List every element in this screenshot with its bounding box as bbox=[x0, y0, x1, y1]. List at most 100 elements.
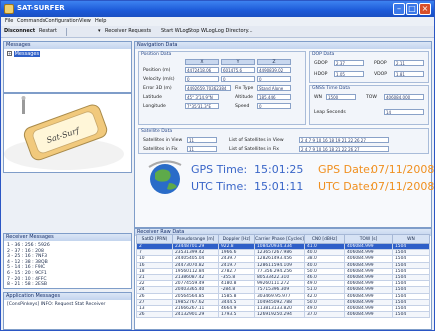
menu-help[interactable]: Help bbox=[95, 18, 106, 24]
fix-type-label: Fix Type bbox=[235, 86, 254, 91]
position-z-field: 4490839.02 bbox=[257, 67, 291, 73]
list-satellites-in-view-label: List of Satellites in View bbox=[229, 138, 284, 143]
table-cell: 406084.999 bbox=[344, 311, 393, 319]
messages-panel-title: Messages bbox=[4, 42, 131, 49]
latitude-field: 45° 3'14.9"N bbox=[185, 94, 219, 100]
restart-button[interactable]: Restart bbox=[39, 28, 57, 34]
expand-icon[interactable]: + bbox=[7, 51, 12, 56]
title-bar: SAT-SURFER – □ × bbox=[1, 1, 434, 17]
toolbar-separator bbox=[66, 28, 67, 36]
globe-icon bbox=[148, 160, 182, 194]
maximize-button[interactable]: □ bbox=[406, 3, 418, 15]
stop-wlog-button[interactable]: Stop WLog bbox=[188, 28, 215, 34]
tow-label: TOW bbox=[366, 95, 377, 100]
column-header[interactable]: Pseudorange [m] bbox=[172, 234, 219, 244]
pdop-field: 2.11 bbox=[394, 60, 424, 66]
table-cell: 24132901.29 bbox=[172, 311, 219, 319]
toolbar: Disconnect Restart Receiver Requests ▾ S… bbox=[1, 26, 434, 38]
close-button[interactable]: × bbox=[419, 3, 431, 15]
dropdown-icon[interactable]: ▾ bbox=[98, 28, 101, 34]
table-cell: 1504 bbox=[392, 311, 430, 319]
application-messages-title: Application Messages bbox=[4, 293, 131, 300]
column-header[interactable]: WN bbox=[392, 234, 430, 244]
gnss-time-group: GNSS Time Data WN 1500 TOW 406084.000 Le… bbox=[309, 85, 429, 125]
speed-field: 0 bbox=[257, 103, 291, 109]
velocity-y-field: 0 bbox=[221, 76, 255, 82]
window-title: SAT-SURFER bbox=[17, 4, 65, 12]
dop-data-title: DOP Data bbox=[312, 52, 335, 57]
position-data-title: Position Data bbox=[141, 52, 172, 57]
minimize-button[interactable]: – bbox=[393, 3, 405, 15]
list-item[interactable]: 1 - 36 : 256 : 5926 bbox=[7, 243, 50, 249]
gps-date-label: GPS Date: bbox=[318, 163, 374, 176]
gps-time-value: 15:01:25 bbox=[254, 163, 304, 176]
satellites-in-fix-field: 11 bbox=[187, 146, 217, 152]
satellite-data-group: Satellite Data Satellites in View 11 Lis… bbox=[138, 128, 429, 154]
application-messages-panel: Application Messages [ConsPinkeys] INFO:… bbox=[3, 292, 132, 330]
table-row[interactable]: 26 24132901.29 1793.5 126919250.294 37.0 4060… bbox=[136, 311, 430, 319]
receiver-messages-list[interactable]: 1 - 36 : 256 : 5926 2 - 37 : 16 : 208 3 … bbox=[7, 243, 50, 288]
position-label: Position (m) bbox=[143, 68, 171, 73]
column-header[interactable]: Carrier Phase [Cycles] bbox=[254, 234, 305, 244]
speed-label: Speed bbox=[235, 104, 250, 109]
altitude-field: 185.446 bbox=[257, 94, 291, 100]
table-header-row: SatID (PRN) Pseudorange [m] Doppler [Hz]… bbox=[136, 234, 430, 244]
column-header[interactable]: SatID (PRN) bbox=[136, 234, 173, 244]
gdop-field: 2.37 bbox=[334, 60, 364, 66]
raw-data-table[interactable]: SatID (PRN) Pseudorange [m] Doppler [Hz]… bbox=[136, 234, 430, 319]
application-messages-list[interactable]: [ConsPinkeys] INFO: Request Stat Receive… bbox=[7, 302, 105, 308]
table-cell: 126919250.294 bbox=[254, 311, 305, 319]
velocity-z-field: 0 bbox=[257, 76, 291, 82]
menu-view[interactable]: View bbox=[79, 18, 91, 24]
satellites-in-view-field: 11 bbox=[187, 137, 217, 143]
column-header[interactable]: Doppler [Hz] bbox=[218, 234, 255, 244]
pdop-label: PDOP bbox=[374, 61, 387, 66]
longitude-label: Longitude bbox=[143, 104, 166, 109]
hdop-label: HDOP bbox=[314, 72, 328, 77]
list-item[interactable]: 6 - 15 : 20 : 9CF1 bbox=[7, 271, 50, 277]
menu-commands[interactable]: Commands bbox=[17, 18, 45, 24]
satellites-in-view-label: Satellites in View bbox=[143, 138, 183, 143]
receiver-messages-title: Receiver Messages bbox=[4, 234, 131, 241]
vdop-field: 1.81 bbox=[394, 71, 424, 77]
satellites-in-fix-label: Satellites in Fix bbox=[143, 147, 178, 152]
app-icon bbox=[4, 4, 14, 14]
tree-item-messages[interactable]: Messages bbox=[13, 51, 41, 57]
receiver-messages-panel: Receiver Messages 1 - 36 : 256 : 5926 2 … bbox=[3, 233, 132, 289]
list-item[interactable]: 3 - 25 : 16 : 7NF3 bbox=[7, 254, 50, 260]
navigation-panel-title: Navigation Data bbox=[135, 42, 431, 49]
gps-time-label: GPS Time: bbox=[191, 163, 248, 176]
menu-bar: File Commands Configuration View Help bbox=[1, 17, 434, 26]
satellite-data-title: Satellite Data bbox=[141, 129, 173, 134]
table-cell: 26 bbox=[136, 311, 173, 319]
disconnect-button[interactable]: Disconnect bbox=[4, 28, 35, 34]
wn-field: 1500 bbox=[326, 94, 356, 100]
app-window: SAT-SURFER – □ × File Commands Configura… bbox=[0, 0, 435, 331]
list-item[interactable]: [ConsPinkeys] INFO: Request Stat Receive… bbox=[7, 302, 105, 308]
navigation-panel: Navigation Data Position Data X Y Z Posi… bbox=[134, 41, 435, 228]
leap-seconds-field: 14 bbox=[384, 109, 424, 115]
start-wlog-button[interactable]: Start WLog bbox=[161, 28, 189, 34]
list-item[interactable]: 8 - 21 : 58 : 2ESB bbox=[7, 282, 50, 288]
position-y-field: 601475.6 bbox=[221, 67, 255, 73]
column-header[interactable]: CN0 [dBHz] bbox=[304, 234, 345, 244]
fix-type-field: Stand Alone bbox=[257, 85, 291, 91]
table-cell: 1793.5 bbox=[218, 311, 255, 319]
column-z: Z bbox=[257, 59, 291, 65]
longitude-field: 7°35'31.3"E bbox=[185, 103, 219, 109]
receiver-requests-button[interactable]: Receiver Requests bbox=[105, 28, 151, 34]
messages-tree[interactable]: + Messages bbox=[7, 51, 41, 57]
column-y: Y bbox=[221, 59, 255, 65]
column-header[interactable]: TOW [s] bbox=[344, 234, 393, 244]
latitude-label: Latitude bbox=[143, 95, 162, 100]
menu-file[interactable]: File bbox=[5, 18, 13, 24]
list-satellites-in-fix-label: List of Satellites in Fix bbox=[229, 147, 279, 152]
log-directory-button[interactable]: Log Directory... bbox=[215, 28, 253, 34]
velocity-label: Velocity (m/s) bbox=[143, 77, 175, 82]
tow-field: 406084.000 bbox=[384, 94, 424, 100]
utc-time-value: 15:01:11 bbox=[254, 180, 304, 193]
menu-configuration[interactable]: Configuration bbox=[45, 18, 79, 24]
error-3d-label: Error 3D (m) bbox=[143, 86, 172, 91]
position-data-group: Position Data X Y Z Position (m) 4472418… bbox=[138, 51, 306, 125]
gps-date-value: 07/11/2008 bbox=[371, 163, 435, 176]
